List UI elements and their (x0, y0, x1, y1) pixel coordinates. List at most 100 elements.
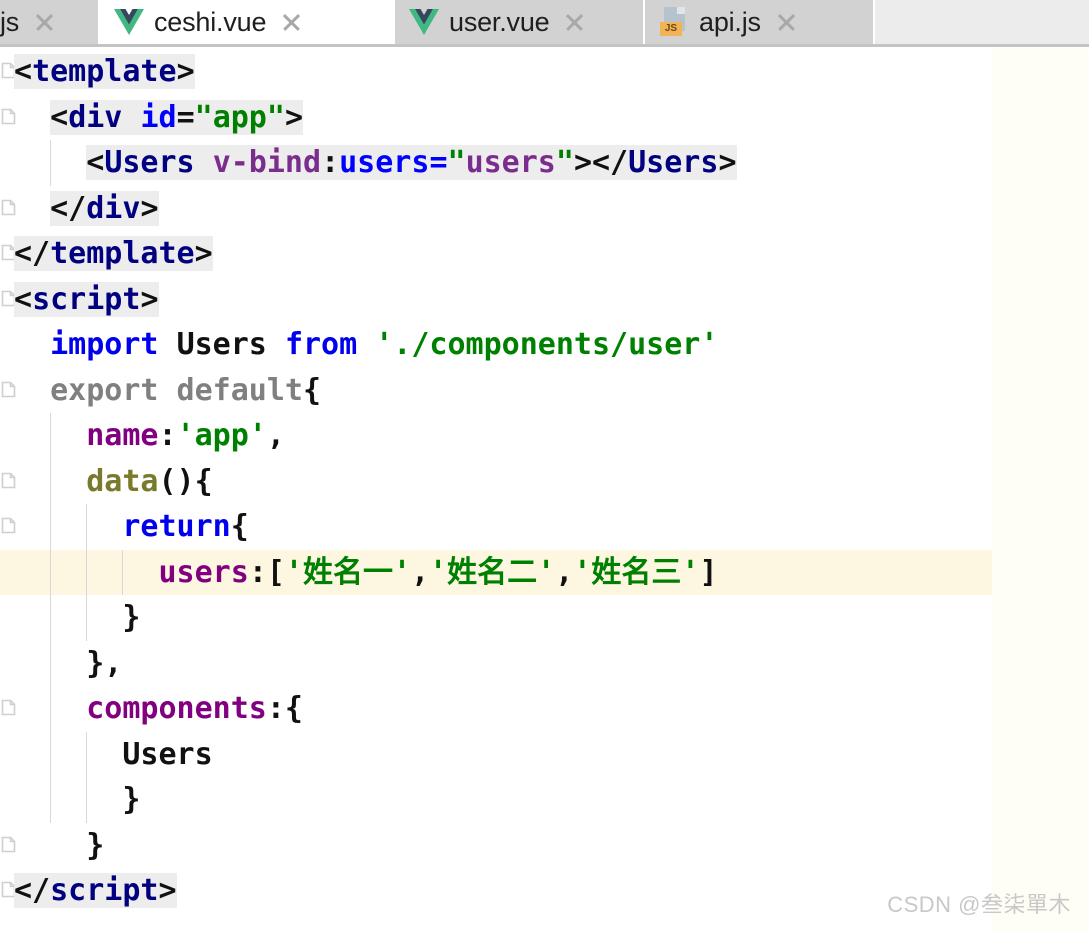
code-content[interactable]: <template> <div id="app"> <Users v-bind:… (0, 49, 992, 931)
code-token: script (50, 873, 159, 908)
indent-guide (50, 504, 52, 550)
code-line[interactable]: <script> (0, 277, 992, 323)
indent-guide (50, 549, 52, 595)
code-token: , (411, 554, 430, 590)
code-token: :[ (248, 554, 285, 590)
indent-guide (86, 504, 88, 550)
code-token: Users (628, 145, 719, 180)
editor-tab-api-js[interactable]: JS api.js (645, 0, 875, 44)
code-line[interactable]: <Users v-bind:users="users"></Users> (0, 140, 992, 186)
code-token: </ (14, 873, 51, 908)
editor-tab-js[interactable]: js (0, 0, 100, 44)
code-token: :{ (266, 691, 303, 726)
code-token: > (284, 99, 303, 135)
code-line[interactable]: }, (0, 640, 992, 686)
editor-tab-ceshi-vue[interactable]: ceshi.vue (100, 0, 395, 44)
indent-guide (50, 458, 52, 504)
tab-label: api.js (699, 6, 761, 37)
code-token: > (140, 281, 159, 317)
code-token: < (50, 99, 69, 135)
code-token: } (14, 600, 141, 635)
vue-icon (409, 7, 439, 37)
editor-window: js ceshi.vue user.vue JS api.js <template> <… (0, 0, 1089, 931)
code-line[interactable]: return{ (0, 504, 992, 550)
code-token: > (176, 54, 195, 89)
tab-close-icon[interactable] (775, 11, 797, 33)
code-line[interactable]: </div> (0, 186, 992, 232)
code-token: v-bind (212, 145, 322, 180)
code-token: </ (50, 190, 87, 226)
csdn-watermark: CSDN @叁柒單木 (887, 892, 1071, 917)
tab-close-icon[interactable] (33, 11, 55, 33)
code-token: import (50, 327, 159, 362)
indent-guide (86, 595, 88, 641)
code-line[interactable]: name:'app', (0, 413, 992, 459)
code-line[interactable]: } (0, 595, 992, 641)
code-token: template (32, 54, 177, 89)
code-token: div (86, 190, 141, 226)
code-token: < (86, 145, 105, 180)
code-token: export default (50, 372, 303, 408)
code-token: : (158, 418, 177, 453)
code-token: < (14, 54, 33, 89)
indent-guide (86, 549, 88, 595)
code-token: < (14, 281, 33, 317)
code-token: app (212, 99, 267, 135)
code-token: > (718, 145, 737, 180)
code-token: 'app' (176, 418, 267, 453)
editor-tab-user-vue[interactable]: user.vue (395, 0, 645, 44)
code-line[interactable]: <div id="app"> (0, 95, 992, 141)
code-line[interactable]: <template> (0, 49, 992, 95)
code-token: '姓名二' (429, 554, 556, 590)
code-line[interactable]: </script> (0, 868, 992, 914)
code-token: Users (104, 145, 195, 180)
code-token: Users (122, 736, 213, 772)
code-token: '姓名三' (573, 554, 700, 590)
code-token: data (86, 463, 159, 499)
indent-guide (50, 731, 52, 777)
code-token: ] (699, 554, 718, 590)
indent-guide (50, 686, 52, 732)
code-line[interactable]: users:['姓名一','姓名二','姓名三'] (0, 549, 992, 595)
tab-close-icon[interactable] (280, 11, 302, 33)
code-token: div (68, 99, 123, 135)
code-line[interactable]: export default{ (0, 368, 992, 414)
code-token: '姓名一' (284, 554, 412, 590)
code-editor[interactable]: <template> <div id="app"> <Users v-bind:… (0, 49, 1089, 931)
code-token: (){ (158, 463, 213, 499)
tab-bar-empty-space (875, 0, 1089, 44)
code-line[interactable]: </template> (0, 231, 992, 277)
code-token: } (14, 782, 141, 817)
indent-guide (50, 777, 52, 823)
tab-close-icon[interactable] (563, 11, 585, 33)
code-line[interactable]: } (0, 823, 992, 869)
indent-guide (50, 640, 52, 686)
code-token: './components/user' (375, 327, 719, 362)
vue-icon (114, 7, 144, 37)
code-token: </ (14, 236, 51, 271)
code-line[interactable]: } (0, 777, 992, 823)
code-line[interactable]: import Users from './components/user' (0, 322, 992, 368)
code-line[interactable]: components:{ (0, 686, 992, 732)
code-token: " (447, 145, 466, 180)
code-line[interactable]: Users (0, 731, 992, 777)
code-token: { (303, 372, 322, 408)
code-token: }, (14, 645, 123, 681)
tab-label: ceshi.vue (154, 6, 267, 37)
js-file-glyph: JS (660, 7, 688, 37)
code-token: : (321, 145, 340, 180)
code-token: " (194, 99, 213, 135)
code-token: = (176, 99, 195, 135)
code-token: name (86, 418, 159, 453)
code-token: users (465, 145, 556, 180)
code-line[interactable]: data(){ (0, 458, 992, 504)
code-token: " (555, 145, 574, 180)
code-token: id (140, 99, 177, 135)
